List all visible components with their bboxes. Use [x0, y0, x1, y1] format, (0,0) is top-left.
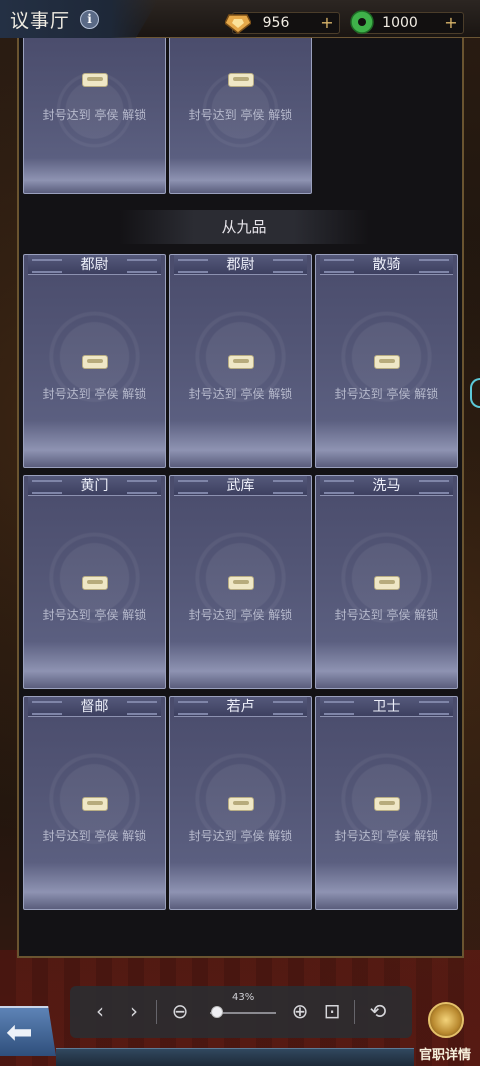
rotate-button[interactable]: ⟲	[366, 1000, 390, 1024]
unlock-requirement: 封号达到 亭侯 解锁	[188, 108, 293, 122]
seal-icon	[228, 797, 254, 811]
unlock-requirement: 封号达到 亭侯 解锁	[188, 829, 293, 843]
info-icon[interactable]: i	[80, 10, 99, 29]
office-card-sanqi[interactable]: 散骑 封号达到 亭侯 解锁	[315, 254, 458, 468]
office-details-button[interactable]: 官职详情	[414, 1000, 476, 1064]
dragon-emblem-icon	[428, 1002, 464, 1038]
office-title: 督邮	[28, 697, 161, 717]
gold-resource: 956 +	[225, 12, 340, 34]
office-panel[interactable]: 封号达到 亭侯 解锁 封号达到 亭侯 解锁 从九品 都尉 封号达到 亭侯 解锁 …	[17, 38, 464, 958]
seal-icon	[374, 355, 400, 369]
next-button[interactable]: ›	[122, 1000, 146, 1024]
seal-icon	[82, 576, 108, 590]
unlock-requirement: 封号达到 亭侯 解锁	[42, 608, 147, 622]
view-toolbar: ‹ › ⊖ 43% ⊕ ⊡ ⟲	[70, 986, 412, 1038]
office-title: 武库	[174, 476, 307, 496]
office-card[interactable]: 封号达到 亭侯 解锁	[169, 38, 312, 194]
seal-icon	[228, 576, 254, 590]
office-details-label: 官职详情	[418, 1048, 471, 1063]
top-bar: 议事厅 i 956 + 1000 +	[0, 0, 480, 38]
office-card-huangmen[interactable]: 黄门 封号达到 亭侯 解锁	[23, 475, 166, 689]
jade-resource: 1000 +	[350, 10, 464, 34]
unlock-requirement: 封号达到 亭侯 解锁	[188, 387, 293, 401]
office-title: 洗马	[320, 476, 453, 496]
office-title: 卫士	[320, 697, 453, 717]
office-title: 郡尉	[174, 255, 307, 275]
office-title: 黄门	[28, 476, 161, 496]
fit-screen-button[interactable]: ⊡	[320, 1000, 344, 1024]
rank-section-header: 从九品	[119, 210, 369, 244]
seal-icon	[228, 73, 254, 87]
back-arrow-icon: ⬅	[6, 1013, 33, 1051]
unlock-requirement: 封号达到 亭侯 解锁	[334, 829, 439, 843]
unlock-requirement: 封号达到 亭侯 解锁	[42, 108, 147, 122]
office-card-wuku[interactable]: 武库 封号达到 亭侯 解锁	[169, 475, 312, 689]
office-card-junwei[interactable]: 郡尉 封号达到 亭侯 解锁	[169, 254, 312, 468]
seal-icon	[374, 797, 400, 811]
title-plate: 议事厅 i	[0, 0, 158, 38]
prev-button[interactable]: ‹	[88, 1000, 112, 1024]
office-title: 都尉	[28, 255, 161, 275]
office-card[interactable]: 封号达到 亭侯 解锁	[23, 38, 166, 194]
gold-amount: 956	[262, 15, 290, 31]
office-card-xima[interactable]: 洗马 封号达到 亭侯 解锁	[315, 475, 458, 689]
office-title: 若卢	[174, 697, 307, 717]
toolbar-divider	[354, 1000, 355, 1024]
office-card-duwei[interactable]: 都尉 封号达到 亭侯 解锁	[23, 254, 166, 468]
toolbar-divider	[156, 1000, 157, 1024]
bottom-frame	[56, 1048, 414, 1066]
office-card-duyou[interactable]: 督邮 封号达到 亭侯 解锁	[23, 696, 166, 910]
add-gold-button[interactable]: +	[319, 15, 335, 31]
unlock-requirement: 封号达到 亭侯 解锁	[42, 387, 147, 401]
back-button[interactable]: ⬅	[0, 1006, 56, 1056]
page-title: 议事厅	[10, 10, 71, 32]
seal-icon	[228, 355, 254, 369]
seal-icon	[82, 797, 108, 811]
unlock-requirement: 封号达到 亭侯 解锁	[188, 608, 293, 622]
office-card-ruolu[interactable]: 若卢 封号达到 亭侯 解锁	[169, 696, 312, 910]
zoom-in-button[interactable]: ⊕	[288, 1000, 312, 1024]
zoom-out-button[interactable]: ⊖	[168, 1000, 192, 1024]
seal-icon	[82, 73, 108, 87]
seal-icon	[82, 355, 108, 369]
jade-amount: 1000	[382, 15, 418, 31]
add-jade-button[interactable]: +	[443, 15, 459, 31]
unlock-requirement: 封号达到 亭侯 解锁	[334, 387, 439, 401]
zoom-slider-thumb[interactable]	[210, 1006, 223, 1018]
unlock-requirement: 封号达到 亭侯 解锁	[334, 608, 439, 622]
unlock-requirement: 封号达到 亭侯 解锁	[42, 829, 147, 843]
office-title: 散骑	[320, 255, 453, 275]
zoom-level-label: 43%	[232, 992, 255, 1003]
side-drawer-handle[interactable]	[470, 378, 480, 408]
office-card-weishi[interactable]: 卫士 封号达到 亭侯 解锁	[315, 696, 458, 910]
seal-icon	[374, 576, 400, 590]
